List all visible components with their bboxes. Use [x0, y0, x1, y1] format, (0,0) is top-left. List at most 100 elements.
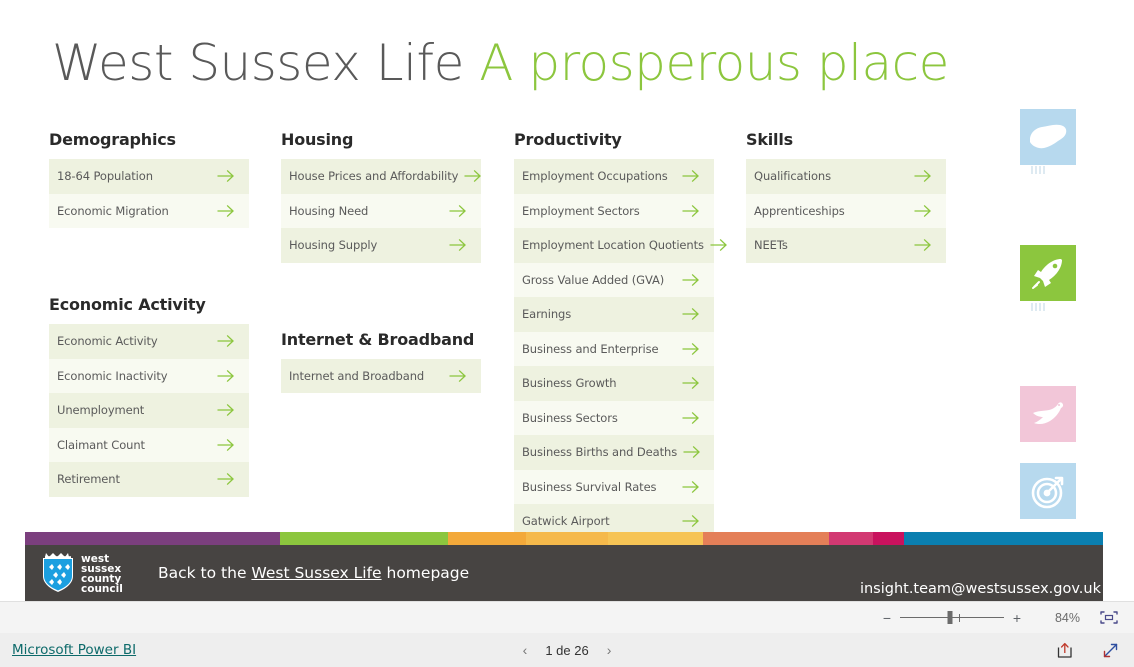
- nav-item[interactable]: NEETs: [746, 228, 946, 263]
- color-bar-segment: [279, 532, 448, 545]
- arrow-right-icon: [215, 333, 237, 349]
- nav-list: Economic Activity Economic Inactivity Unem…: [49, 324, 249, 497]
- arrow-right-icon: [447, 368, 469, 384]
- nav-item-label: Employment Occupations: [522, 169, 668, 184]
- nav-item[interactable]: Qualifications: [746, 159, 946, 194]
- group-heading: Economic Activity: [49, 295, 206, 314]
- nav-column-3: Productivity Employment Occupations Employ…: [514, 130, 727, 539]
- nav-item-label: Gross Value Added (GVA): [522, 272, 665, 287]
- dove-icon[interactable]: [1020, 386, 1076, 442]
- nav-item[interactable]: 18-64 Population: [49, 159, 249, 194]
- west-sussex-life-link[interactable]: West Sussex Life: [251, 564, 381, 582]
- color-bar-segment: [903, 532, 1103, 545]
- nav-group: Productivity Employment Occupations Employ…: [514, 130, 727, 539]
- nav-item-label: Gatwick Airport: [522, 514, 610, 529]
- nav-item[interactable]: Employment Location Quotients: [514, 228, 727, 263]
- icon-caption-artifact: [1031, 166, 1045, 174]
- navbar-actions: [1056, 641, 1120, 660]
- nav-item-label: Economic Activity: [57, 334, 158, 349]
- nav-item-label: Economic Migration: [57, 203, 169, 218]
- share-icon[interactable]: [1056, 641, 1075, 659]
- nav-item-label: Unemployment: [57, 403, 145, 418]
- rocket-icon[interactable]: [1020, 245, 1076, 301]
- arrow-right-icon: [680, 375, 702, 391]
- nav-item[interactable]: Gross Value Added (GVA): [514, 262, 714, 297]
- arrow-right-icon: [680, 513, 702, 529]
- nav-item[interactable]: Employment Sectors: [514, 193, 714, 228]
- arrow-right-icon: [447, 203, 469, 219]
- nav-item[interactable]: Apprenticeships: [746, 193, 946, 228]
- nav-item-label: Economic Inactivity: [57, 368, 168, 383]
- nav-item[interactable]: Employment Occupations: [514, 159, 714, 194]
- zoom-slider[interactable]: [900, 611, 1004, 625]
- zoom-in-button[interactable]: +: [1010, 610, 1024, 626]
- previous-page-icon[interactable]: ‹: [523, 642, 528, 658]
- next-page-icon[interactable]: ›: [607, 642, 612, 658]
- footer-text-before: Back to the: [158, 564, 252, 582]
- nav-list: Qualifications Apprenticeships NEETs: [746, 159, 946, 263]
- nav-item[interactable]: Earnings: [514, 297, 714, 332]
- arrow-right-icon: [680, 306, 702, 322]
- brand-color-bar: [25, 532, 1103, 545]
- nav-item[interactable]: House Prices and Affordability: [281, 159, 482, 194]
- arrow-right-icon: [680, 341, 702, 357]
- nav-item-label: Retirement: [57, 472, 120, 487]
- zoom-out-button[interactable]: −: [880, 610, 894, 626]
- group-heading: Housing: [281, 130, 354, 149]
- report-footer: west sussex county council Back to the W…: [25, 545, 1103, 601]
- zoom-level-label: 84%: [1054, 610, 1080, 625]
- nav-item-label: Housing Need: [289, 203, 369, 218]
- page-navigator: ‹ 1 de 26 ›: [472, 642, 662, 658]
- arrow-right-icon: [912, 203, 934, 219]
- target-icon[interactable]: [1020, 463, 1076, 519]
- nav-item-label: Employment Location Quotients: [522, 238, 704, 253]
- report-canvas: West Sussex Life A prosperous place Demo…: [0, 0, 1103, 601]
- color-bar-segment: [25, 532, 280, 545]
- color-bar-overlay: [526, 532, 829, 545]
- page-indicator-label: 1 de 26: [545, 642, 589, 658]
- power-bi-navbar: Microsoft Power BI ‹ 1 de 26 ›: [0, 633, 1134, 667]
- nav-item[interactable]: Unemployment: [49, 393, 249, 428]
- nav-item[interactable]: Economic Inactivity: [49, 358, 249, 393]
- nav-item-label: Business Sectors: [522, 410, 618, 425]
- nav-column-2: Housing House Prices and Affordability Hou…: [281, 130, 482, 393]
- county-map-icon[interactable]: [1020, 109, 1076, 165]
- nav-item[interactable]: Business Survival Rates: [514, 469, 714, 504]
- contact-email[interactable]: insight.team@westsussex.gov.uk: [860, 581, 1101, 597]
- arrow-right-icon: [708, 237, 730, 253]
- group-heading: Skills: [746, 130, 793, 149]
- nav-item[interactable]: Housing Supply: [281, 228, 481, 263]
- icon-caption-artifact-2: [1031, 303, 1045, 311]
- nav-item-label: 18-64 Population: [57, 169, 153, 184]
- nav-item[interactable]: Business Growth: [514, 366, 714, 401]
- nav-item[interactable]: Economic Migration: [49, 193, 249, 228]
- nav-item-label: Business Births and Deaths: [522, 445, 678, 460]
- nav-group: Internet & Broadband Internet and Broadba…: [281, 329, 481, 393]
- nav-list: House Prices and Affordability Housing Ne…: [281, 159, 482, 263]
- nav-item[interactable]: Business Births and Deaths: [514, 435, 714, 470]
- color-bar-overlay-2: [829, 532, 873, 545]
- nav-item[interactable]: Business Sectors: [514, 400, 714, 435]
- nav-group: Demographics 18-64 Population Economic Mig…: [49, 130, 249, 228]
- fit-to-page-icon[interactable]: [1098, 610, 1120, 626]
- arrow-right-icon: [912, 237, 934, 253]
- microsoft-power-bi-link[interactable]: Microsoft Power BI: [12, 642, 136, 658]
- nav-item[interactable]: Retirement: [49, 462, 249, 497]
- nav-item[interactable]: Claimant Count: [49, 427, 249, 462]
- arrow-right-icon: [680, 479, 702, 495]
- nav-item[interactable]: Economic Activity: [49, 324, 249, 359]
- nav-item[interactable]: Business and Enterprise: [514, 331, 714, 366]
- nav-item[interactable]: Internet and Broadband: [281, 358, 481, 393]
- nav-item[interactable]: Housing Need: [281, 193, 481, 228]
- zoom-slider-thumb[interactable]: [947, 611, 953, 624]
- zoom-toolbar: − + 84%: [0, 601, 1134, 633]
- nav-list: Employment Occupations Employment Sectors…: [514, 159, 727, 539]
- fullscreen-icon[interactable]: [1101, 641, 1120, 660]
- nav-column-1: Demographics 18-64 Population Economic Mig…: [49, 130, 249, 497]
- nav-item-label: NEETs: [754, 238, 788, 253]
- arrow-right-icon: [215, 368, 237, 384]
- group-heading: Internet & Broadband: [281, 329, 475, 349]
- nav-item-label: House Prices and Affordability: [289, 169, 459, 184]
